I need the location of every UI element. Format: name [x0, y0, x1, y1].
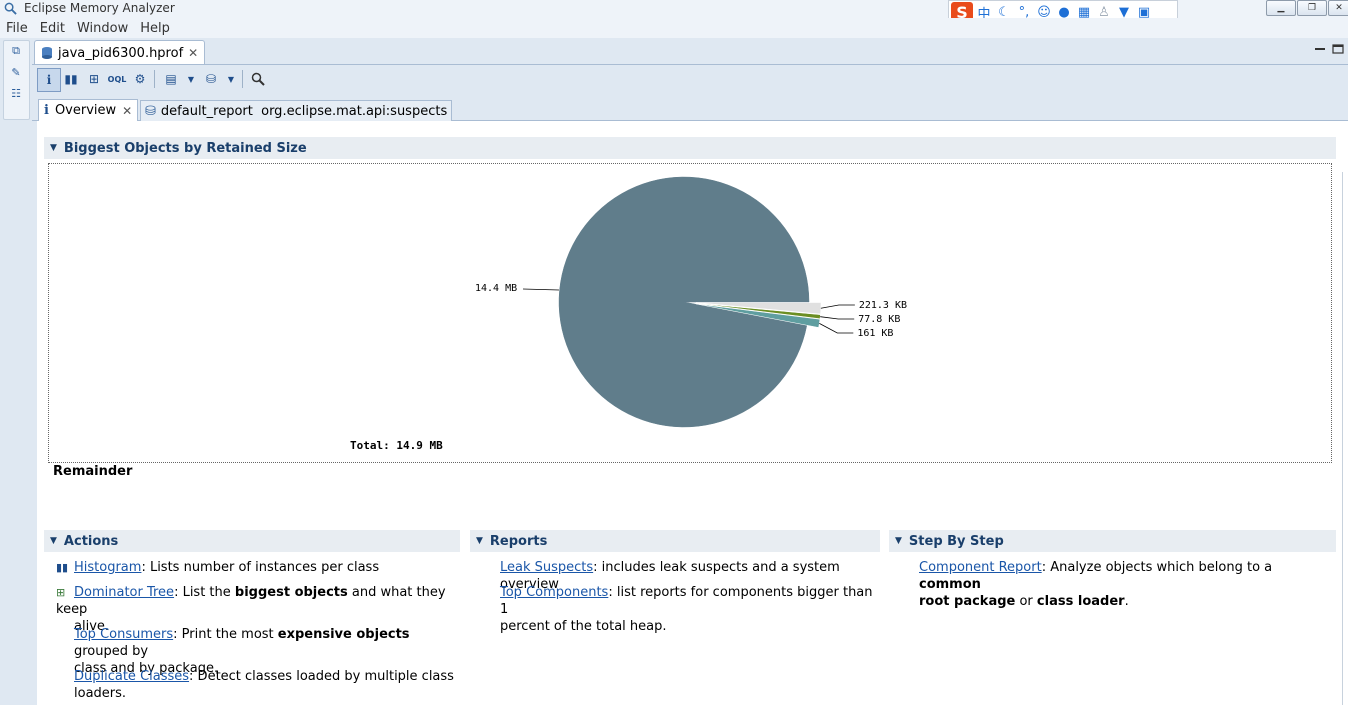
- editor-tab-hprof[interactable]: java_pid6300.hprof ✕: [34, 40, 206, 65]
- pie-slice-label: 161 KB: [857, 328, 893, 339]
- search-icon: [251, 72, 265, 86]
- tab-overview[interactable]: i Overview ✕: [38, 99, 139, 121]
- reports-icon-button[interactable]: ⛁: [200, 68, 222, 90]
- biggest-objects-section-header[interactable]: ▼ Biggest Objects by Retained Size: [44, 137, 1336, 159]
- pie-slices: [558, 176, 822, 428]
- search-icon-button[interactable]: [247, 68, 269, 90]
- pie-leader-line: [820, 316, 855, 320]
- vertical-scrollbar[interactable]: [1342, 172, 1348, 705]
- component-description: .: [1124, 594, 1129, 609]
- overview-info-button[interactable]: i: [37, 68, 61, 92]
- duplicate-description: loaders.: [74, 686, 127, 701]
- toolbar-separator: [154, 70, 155, 88]
- gear-icon-button[interactable]: ⚙: [129, 68, 151, 90]
- close-tab-icon[interactable]: ✕: [122, 104, 132, 118]
- reports-dropdown-icon[interactable]: ▼: [220, 68, 242, 90]
- top-components-link[interactable]: Top Components: [500, 585, 608, 600]
- menu-edit[interactable]: Edit: [34, 21, 71, 36]
- minimize-view-icon[interactable]: [1314, 44, 1326, 54]
- section-title: Step By Step: [908, 533, 1004, 549]
- editor-tab-label: java_pid6300.hprof: [58, 45, 184, 61]
- action-histogram: ▮▮ Histogram: Lists number of instances p…: [56, 559, 456, 576]
- toolbar-separator: [242, 70, 243, 88]
- duplicate-description: : Detect classes loaded by multiple clas…: [189, 669, 454, 684]
- histogram-description: : Lists number of instances per class: [141, 560, 380, 575]
- histogram-icon: ▮▮: [56, 561, 69, 574]
- pie-slice-label: 14.4 MB: [475, 283, 517, 294]
- component-report-link[interactable]: Component Report: [919, 560, 1042, 575]
- retained-size-pie-chart[interactable]: 14.4 MB 221.3 KB 77.8 KB 161 KB Total: 14.9…: [48, 163, 1332, 463]
- restore-view-icon[interactable]: ⧉: [9, 44, 23, 58]
- report-icon: ⛁: [145, 103, 156, 119]
- notes-icon[interactable]: ✎: [9, 65, 23, 79]
- remainder-label: Remainder: [53, 464, 133, 479]
- info-icon: i: [44, 103, 49, 118]
- menu-file[interactable]: File: [0, 21, 34, 36]
- tab-overview-label: Overview: [54, 103, 117, 118]
- collapse-triangle-icon[interactable]: ▼: [895, 536, 902, 546]
- restore-button[interactable]: ❐: [1297, 0, 1327, 16]
- editor-tab-bar: [32, 39, 1348, 65]
- step-by-step-section-header[interactable]: ▼ Step By Step: [889, 530, 1336, 552]
- histogram-link[interactable]: Histogram: [74, 560, 141, 575]
- menu-window[interactable]: Window: [71, 21, 134, 36]
- close-tab-icon[interactable]: ✕: [188, 46, 198, 60]
- section-title: Actions: [63, 533, 119, 549]
- heap-dump-icon: [42, 47, 52, 59]
- consumers-description: : Print the most: [173, 627, 278, 642]
- dominator-tree-link[interactable]: Dominator Tree: [74, 585, 174, 600]
- magnifier-app-icon: [4, 2, 17, 15]
- component-description: or: [1015, 594, 1037, 609]
- action-duplicate-classes: Duplicate Classes: Detect classes loaded…: [74, 668, 458, 702]
- menu-help[interactable]: Help: [134, 21, 176, 36]
- tab-report-label: default_report org.eclipse.mat.api:suspe…: [160, 103, 448, 119]
- report-top-components: Top Components: list reports for compone…: [500, 584, 875, 635]
- collapse-triangle-icon[interactable]: ▼: [50, 536, 57, 546]
- pie-leader-line: [820, 304, 855, 309]
- top-consumers-link[interactable]: Top Consumers: [74, 627, 173, 642]
- histogram-icon-button[interactable]: ▮▮: [60, 68, 82, 90]
- pie-slice-label: 77.8 KB: [858, 314, 900, 325]
- dominator-description: : List the: [174, 585, 235, 600]
- pie-leader-line: [522, 288, 560, 291]
- pie-slice-label: 221.3 KB: [859, 300, 907, 311]
- actions-section-header[interactable]: ▼ Actions: [44, 530, 460, 552]
- navigation-history-icon[interactable]: ☷: [9, 86, 23, 100]
- oql-icon-button[interactable]: OQL: [106, 68, 128, 90]
- tab-default-report[interactable]: ⛁ default_report org.eclipse.mat.api:sus…: [140, 100, 453, 121]
- dominator-tree-icon-button[interactable]: ⊞: [83, 68, 105, 90]
- step-component-report: Component Report: Analyze objects which …: [919, 559, 1329, 610]
- pie-leader-line: [819, 323, 854, 334]
- collapse-triangle-icon[interactable]: ▼: [50, 143, 57, 153]
- pie-slice[interactable]: [558, 176, 810, 428]
- minimize-button[interactable]: ▁: [1266, 0, 1296, 16]
- component-emphasis: common: [919, 577, 981, 592]
- query-browser-dropdown-icon[interactable]: ▼: [180, 68, 202, 90]
- component-emphasis: class loader: [1036, 594, 1125, 609]
- reports-section-header[interactable]: ▼ Reports: [470, 530, 880, 552]
- close-button[interactable]: ✕: [1328, 0, 1348, 16]
- collapse-triangle-icon[interactable]: ▼: [476, 536, 483, 546]
- consumers-emphasis: expensive objects: [277, 627, 410, 642]
- window-title: Eclipse Memory Analyzer: [24, 1, 175, 15]
- component-emphasis: root package: [919, 594, 1016, 609]
- menu-bar: File Edit Window Help: [0, 18, 1348, 38]
- dominator-tree-icon: ⊞: [56, 586, 66, 599]
- section-title: Biggest Objects by Retained Size: [63, 140, 307, 156]
- top-components-description: percent of the total heap.: [500, 619, 667, 634]
- left-trim-bar: [0, 38, 30, 705]
- section-title: Reports: [489, 533, 548, 549]
- duplicate-classes-link[interactable]: Duplicate Classes: [74, 669, 189, 684]
- dominator-emphasis: biggest objects: [234, 585, 348, 600]
- consumers-description: grouped by: [74, 644, 149, 659]
- component-description: : Analyze objects which belong to a: [1041, 560, 1273, 575]
- maximize-view-icon[interactable]: [1332, 44, 1344, 54]
- chart-total-label: Total: 14.9 MB: [350, 439, 443, 452]
- trim-stack: ⧉ ✎ ☷: [3, 40, 30, 120]
- leak-suspects-link[interactable]: Leak Suspects: [500, 560, 593, 575]
- query-browser-icon-button[interactable]: ▤: [160, 68, 182, 90]
